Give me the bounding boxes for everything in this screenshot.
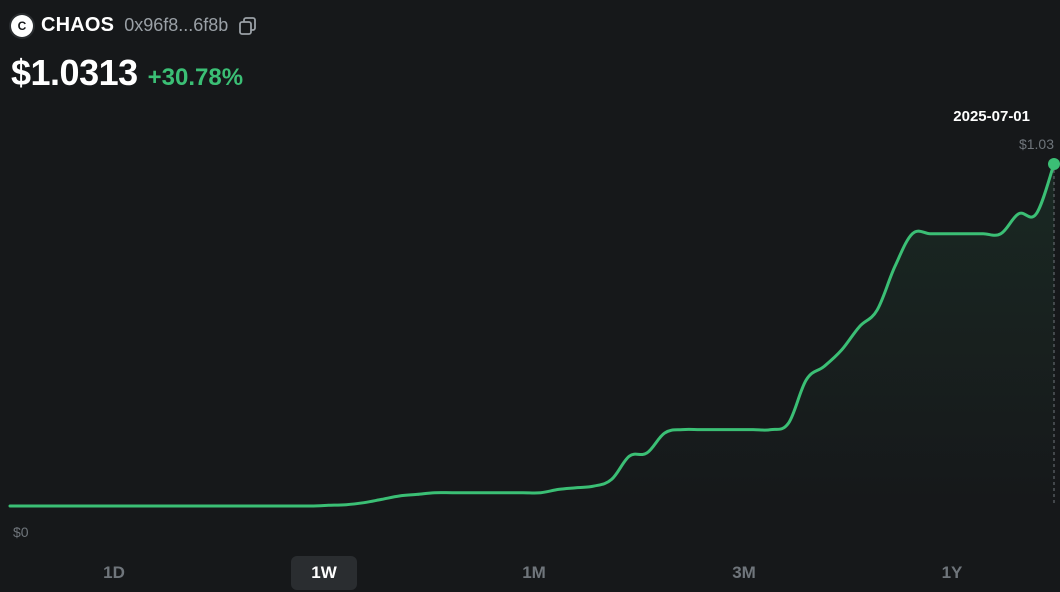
range-3m-button[interactable]: 3M	[711, 556, 777, 590]
token-header: C CHAOS 0x96f8...6f8b	[11, 14, 258, 37]
range-1y-button[interactable]: 1Y	[919, 556, 985, 590]
y-axis-min-label: $0	[13, 524, 29, 540]
range-1w-button[interactable]: 1W	[291, 556, 357, 590]
range-1m-button[interactable]: 1M	[501, 556, 567, 590]
price-area	[10, 164, 1054, 507]
hover-date: 2025-07-01	[953, 108, 1030, 125]
range-1d-button[interactable]: 1D	[81, 556, 147, 590]
token-symbol: CHAOS	[41, 14, 115, 36]
hover-point	[1048, 158, 1060, 170]
hover-price: $1.03	[1018, 136, 1054, 152]
price-row: $1.0313 +30.78%	[11, 52, 243, 94]
current-price: $1.0313	[11, 52, 138, 93]
token-logo-icon: C	[11, 14, 33, 37]
price-chart[interactable]	[0, 100, 1060, 540]
copy-icon[interactable]	[238, 16, 258, 36]
token-address[interactable]: 0x96f8...6f8b	[124, 15, 228, 36]
time-range-selector: 1D 1W 1M 3M 1Y	[0, 556, 1060, 590]
price-change: +30.78%	[147, 64, 244, 91]
